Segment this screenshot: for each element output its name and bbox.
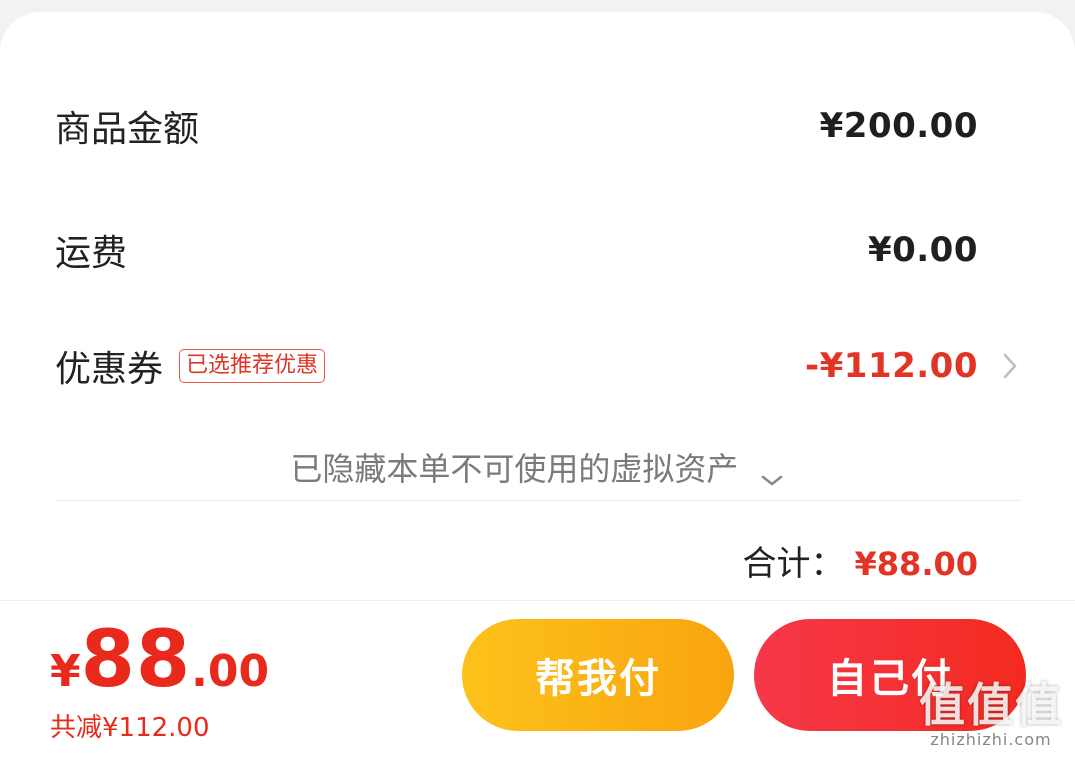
pay-amount: ¥88.00 <box>50 615 269 705</box>
shipping-label: 运费 <box>55 233 128 274</box>
goods-amount-label: 商品金额 <box>55 109 200 150</box>
total-label: 合计： <box>742 544 845 584</box>
watermark-url: zhizhizhi.com <box>930 730 1052 749</box>
shipping-value: ¥0.00 <box>867 230 978 270</box>
coupon-left: 优惠券 已选推荐优惠 <box>55 340 326 392</box>
hidden-assets-text: 已隐藏本单不可使用的虚拟资产 <box>290 450 739 488</box>
checkout-bar: ¥88.00 共减¥112.00 帮我付 自己付 <box>0 600 1075 769</box>
order-summary-card: 商品金额 ¥200.00 运费 ¥0.00 优惠券 已选推荐优惠 -¥112.0… <box>0 12 1075 612</box>
watermark: 值值值 zhizhizhi.com <box>919 680 1063 749</box>
coupon-label: 优惠券 <box>55 349 164 390</box>
total-saved-text: 共减¥112.00 <box>50 713 210 743</box>
total-row: 合计： ¥88.00 <box>743 536 978 585</box>
pay-amount-symbol: ¥ <box>50 646 81 697</box>
divider <box>55 500 1020 501</box>
coupon-right: -¥112.00 <box>805 346 1020 386</box>
goods-amount-row: 商品金额 ¥200.00 <box>55 100 978 152</box>
total-amount: ¥88.00 <box>854 545 978 583</box>
help-me-pay-button[interactable]: 帮我付 <box>462 619 734 731</box>
chevron-down-icon <box>759 459 785 486</box>
pay-amount-integer: 88 <box>80 615 192 705</box>
pay-amount-decimal: .00 <box>191 646 270 697</box>
watermark-logo: 值值值 <box>919 678 1063 732</box>
goods-amount-value: ¥200.00 <box>819 106 978 146</box>
shipping-row: 运费 ¥0.00 <box>55 224 978 276</box>
coupon-recommended-badge: 已选推荐优惠 <box>179 349 326 383</box>
chevron-right-icon[interactable] <box>1000 351 1020 381</box>
coupon-row[interactable]: 优惠券 已选推荐优惠 -¥112.00 <box>55 340 1020 392</box>
coupon-discount-value: -¥112.00 <box>805 346 978 386</box>
hidden-assets-toggle[interactable]: 已隐藏本单不可使用的虚拟资产 <box>0 444 1075 490</box>
